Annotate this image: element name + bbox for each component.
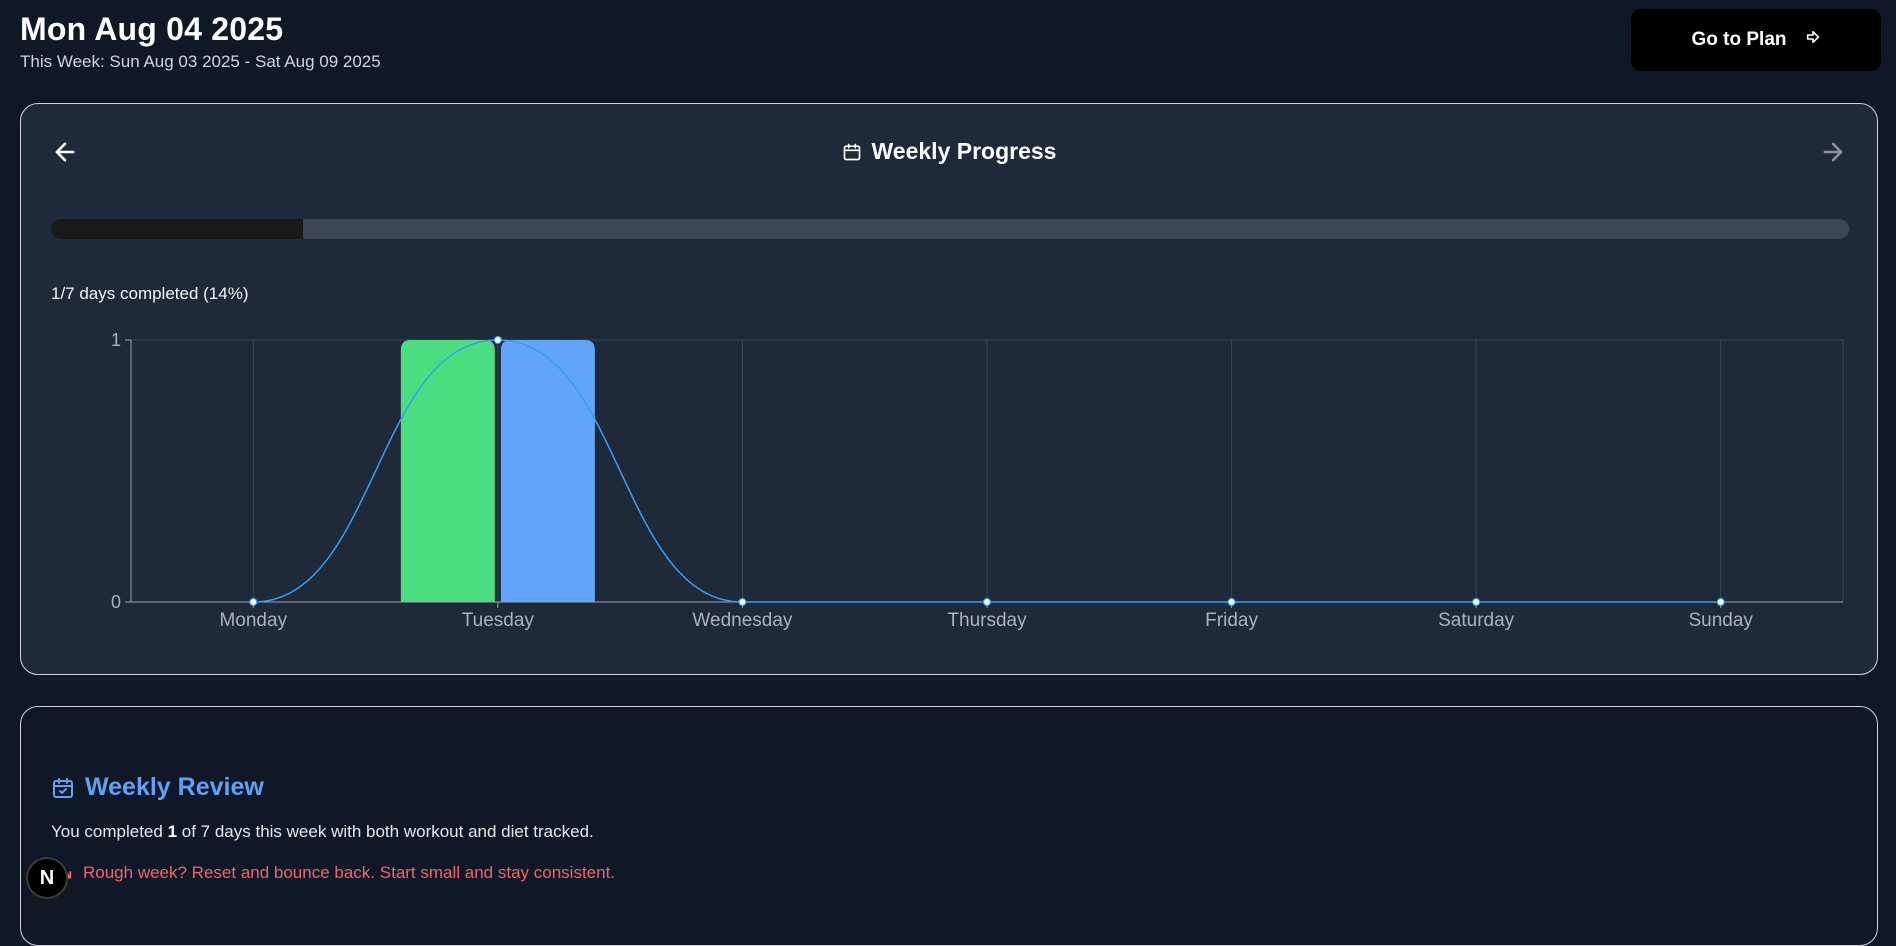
summary-prefix: You completed — [51, 822, 168, 841]
go-to-plan-button[interactable]: Go to Plan — [1631, 9, 1881, 71]
summary-suffix: of 7 days this week with both workout an… — [177, 822, 594, 841]
dev-tools-badge[interactable]: N — [26, 857, 68, 899]
chart-point — [493, 335, 502, 345]
summary-count: 1 — [167, 822, 178, 841]
chart-point — [738, 597, 747, 607]
chart-point — [1472, 597, 1481, 607]
chart-point — [1227, 597, 1236, 607]
chart-point — [1716, 597, 1725, 607]
weekly-review-warning: Rough week? Reset and bounce back. Start… — [51, 862, 615, 884]
chart-y-tick-label: 1 — [111, 330, 121, 350]
chart-point — [249, 597, 258, 607]
weekly-progress-card: Weekly Progress 1/7 days completed (14%)… — [20, 103, 1878, 675]
chart-x-tick-label: Saturday — [1438, 610, 1515, 631]
chart-x-tick-label: Friday — [1205, 610, 1258, 631]
calendar-check-icon — [53, 777, 73, 798]
chart-point — [982, 597, 992, 607]
page-header: Mon Aug 04 2025 This Week: Sun Aug 03 20… — [20, 10, 381, 72]
chart-x-tick-label: Sunday — [1688, 610, 1753, 631]
chart-x-tick-label: Wednesday — [692, 610, 792, 631]
arrow-right-icon — [1805, 29, 1821, 51]
chart-bar — [500, 340, 595, 602]
go-to-plan-label: Go to Plan — [1691, 29, 1787, 50]
chart-y-tick-label: 0 — [111, 592, 121, 612]
chart-x-tick-label: Monday — [219, 610, 287, 631]
dev-tools-badge-label: N — [39, 866, 55, 889]
chart-x-tick-label: Thursday — [947, 610, 1027, 631]
chart-bar — [400, 340, 495, 602]
weekly-review-warning-text: Rough week? Reset and bounce back. Start… — [83, 863, 616, 882]
page-title: Mon Aug 04 2025 — [20, 11, 284, 47]
week-range: This Week: Sun Aug 03 2025 - Sat Aug 09 … — [20, 52, 381, 71]
weekly-review-title: Weekly Review — [51, 773, 264, 802]
weekly-review-summary: You completed 1 of 7 days this week with… — [51, 822, 594, 842]
weekly-review-card: Weekly Review You completed 1 of 7 days … — [20, 706, 1878, 946]
weekly-review-title-text: Weekly Review — [85, 773, 264, 801]
chart-x-tick-label: Tuesday — [462, 610, 535, 631]
weekly-progress-chart: 0 1 Monday Tuesday Wednesday Thursday Friday Sa… — [111, 330, 1844, 631]
